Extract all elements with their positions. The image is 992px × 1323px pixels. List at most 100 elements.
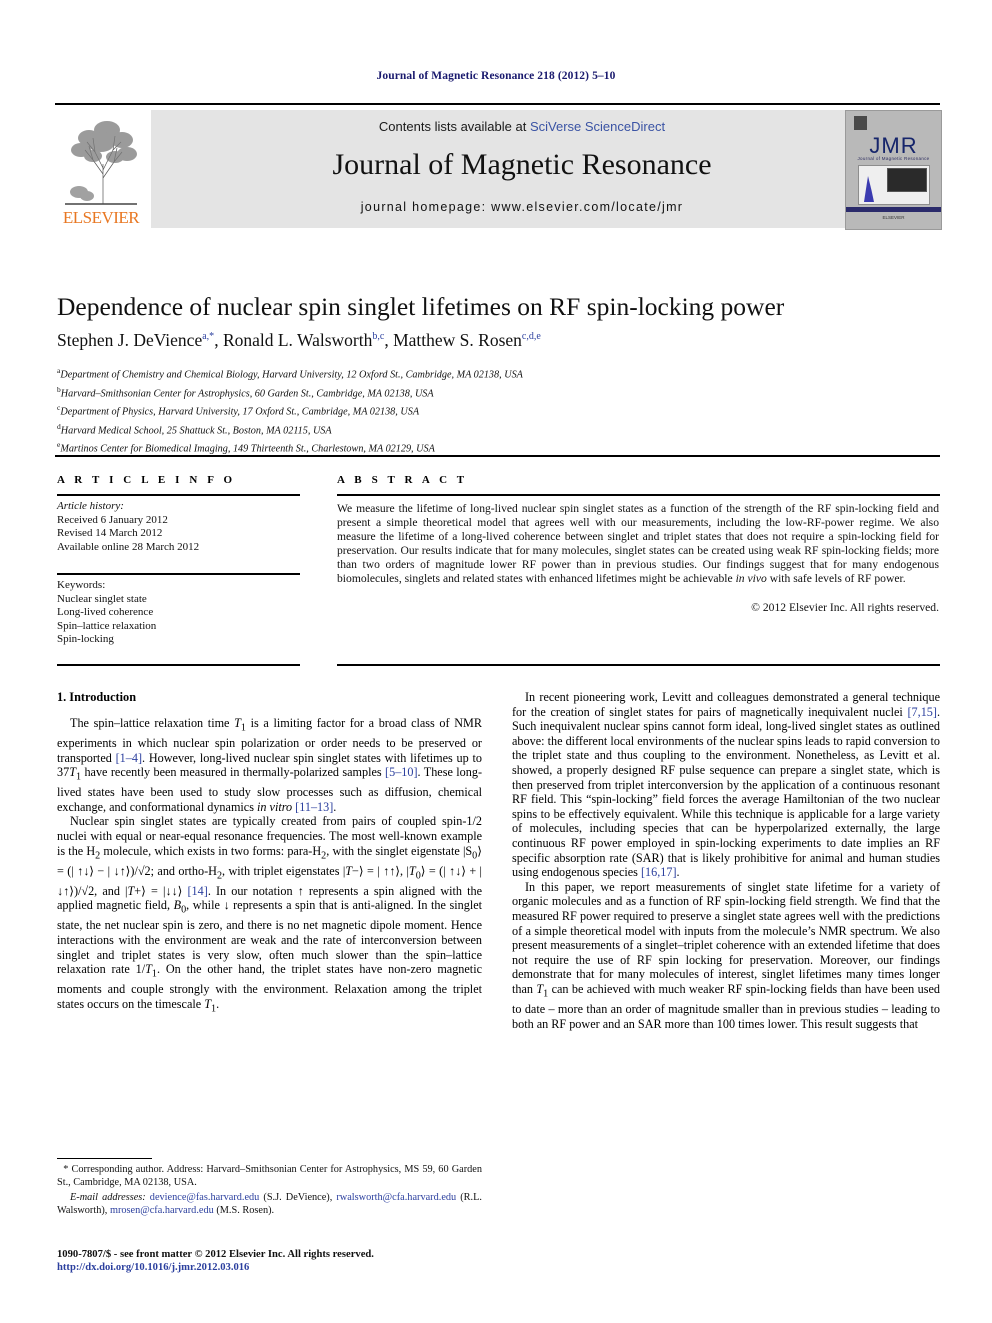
corresponding-author-note: * Corresponding author. Address: Harvard… <box>57 1164 482 1188</box>
abstract-text: We measure the lifetime of long-lived nu… <box>337 502 939 615</box>
math-variable: T <box>408 863 416 878</box>
body-paragraph: In recent pioneering work, Levitt and co… <box>512 690 940 880</box>
corresponding-author-mark: * <box>57 1164 69 1175</box>
body-column-left: 1. Introduction The spin–lattice relaxat… <box>57 690 482 1017</box>
header-rule <box>55 103 940 105</box>
email-addresses-label: E-mail addresses: <box>70 1192 150 1204</box>
journal-masthead: ELSEVIER Contents lists available at Sci… <box>55 110 942 230</box>
math-variable: T <box>145 962 152 977</box>
keyword-item: Long-lived coherence <box>57 606 154 619</box>
doi-link[interactable]: http://dx.doi.org/10.1016/j.jmr.2012.03.… <box>57 1261 557 1274</box>
citation-reference[interactable]: [1–4] <box>116 751 142 765</box>
footnote-rule <box>57 1158 152 1160</box>
imprint-block: 1090-7807/$ - see front matter © 2012 El… <box>57 1248 557 1274</box>
text-run: have recently been measured in thermally… <box>81 765 386 780</box>
cover-spectrum-peak <box>864 176 874 202</box>
abstract-copyright: © 2012 Elsevier Inc. All rights reserved… <box>751 600 939 614</box>
text-run: molecule, which exists in two forms: par… <box>100 843 322 858</box>
body-column-right: In recent pioneering work, Levitt and co… <box>512 690 940 1031</box>
text-run: , with triplet eigenstates | <box>222 863 346 878</box>
affiliation-item: cDepartment of Physics, Harvard Universi… <box>57 403 420 418</box>
running-head: Journal of Magnetic Resonance 218 (2012)… <box>376 70 616 82</box>
body-paragraph: The spin–lattice relaxation time T1 is a… <box>57 716 482 814</box>
right-paragraphs: In recent pioneering work, Levitt and co… <box>512 690 940 1031</box>
text-run: In this paper, we report measurements of… <box>512 879 940 996</box>
article-history-block: Article history: Received 6 January 2012… <box>57 500 307 554</box>
keyword-item: Spin-locking <box>57 633 114 646</box>
cover-band <box>846 207 941 212</box>
sciencedirect-link[interactable]: SciVerse ScienceDirect <box>530 119 665 134</box>
body-paragraph: Nuclear spin singlet states are typicall… <box>57 814 482 1016</box>
abstract-rule <box>337 494 940 496</box>
text-run: The spin–lattice relaxation time <box>70 716 235 730</box>
citation-reference[interactable]: [11–13] <box>295 800 333 814</box>
math-variable: T <box>204 996 211 1011</box>
author-affiliation-mark: b,c <box>372 331 385 343</box>
band-bottom-rule-left <box>57 664 300 666</box>
journal-banner: Contents lists available at SciVerse Sci… <box>151 110 893 228</box>
keywords-rule <box>57 573 300 575</box>
keyword-item: Nuclear singlet state <box>57 592 147 605</box>
journal-cover-thumbnail[interactable]: JMR Journal of Magnetic Resonance ELSEVI… <box>845 110 942 230</box>
citation-reference[interactable]: [5–10] <box>385 765 418 779</box>
affiliation-item: bHarvard–Smithsonian Center for Astrophy… <box>57 384 434 399</box>
article-history-items: Received 6 January 2012 Revised 14 March … <box>57 514 307 555</box>
body-paragraph: In this paper, we report measurements of… <box>512 880 940 1031</box>
citation-reference[interactable]: [16,17] <box>641 865 677 879</box>
text-run: can be achieved with much weaker RF spin… <box>512 981 940 1031</box>
article-history-item: Revised 14 March 2012 <box>57 527 163 540</box>
keywords-label: Keywords: <box>57 579 106 591</box>
article-history-label: Article history: <box>57 500 124 512</box>
text-run: . Such inequivalent nuclear spins cannot… <box>512 704 940 880</box>
cover-mri-inset <box>887 168 927 192</box>
page-title: Dependence of nuclear spin singlet lifet… <box>57 292 785 321</box>
math-variable: T <box>234 716 241 730</box>
affiliation-list: aDepartment of Chemistry and Chemical Bi… <box>57 364 937 457</box>
article-info-heading: A R T I C L E I N F O <box>57 474 236 486</box>
elsevier-tree-icon <box>65 121 137 205</box>
text-run: , with the singlet eigenstate |S <box>326 843 473 858</box>
text-run: . <box>333 799 337 814</box>
paper-page: Journal of Magnetic Resonance 218 (2012)… <box>0 0 992 1323</box>
imprint-line: 1090-7807/$ - see front matter © 2012 El… <box>57 1249 374 1260</box>
text-run: In recent pioneering work, Levitt and co… <box>512 690 940 719</box>
left-paragraphs: The spin–lattice relaxation time T1 is a… <box>57 716 482 1017</box>
elsevier-logo[interactable]: ELSEVIER <box>55 110 147 228</box>
abstract-italic-term: in vivo <box>735 572 767 586</box>
email-link[interactable]: rwalsworth@cfa.harvard.edu <box>336 1192 456 1203</box>
author-affiliation-mark: a,* <box>202 331 215 343</box>
cover-elsevier-icon <box>854 116 867 130</box>
text-run: . <box>216 996 220 1011</box>
article-info-rule <box>57 494 300 496</box>
math-variable: in vitro <box>257 799 293 814</box>
contents-lists-prefix: Contents lists available at <box>378 119 530 134</box>
email-link[interactable]: devience@fas.harvard.edu <box>150 1192 260 1203</box>
citation-reference[interactable]: [14] <box>188 884 208 898</box>
abstract-body: We measure the lifetime of long-lived nu… <box>337 502 939 586</box>
citation-reference[interactable]: [7,15] <box>908 705 937 719</box>
article-history-item: Available online 28 March 2012 <box>57 540 200 553</box>
cover-subtitle: Journal of Magnetic Resonance <box>857 156 930 161</box>
article-history-item: Received 6 January 2012 <box>57 513 168 526</box>
text-run: . <box>676 865 680 880</box>
footnote-block: * Corresponding author. Address: Harvard… <box>57 1164 482 1217</box>
author-name: Ronald L. Walsworth <box>222 330 373 350</box>
contents-lists-line: Contents lists available at SciVerse Sci… <box>151 119 893 134</box>
abstract-heading: A B S T R A C T <box>337 474 468 486</box>
author-list: Stephen J. DeViencea,*, Ronald L. Walswo… <box>57 330 541 350</box>
text-run: +⟩ = |↓↓⟩ <box>134 883 188 898</box>
cover-plot-image <box>858 165 930 205</box>
band-bottom-rule-right <box>337 664 940 666</box>
journal-homepage[interactable]: journal homepage: www.elsevier.com/locat… <box>151 200 893 214</box>
keyword-item: Spin–lattice relaxation <box>57 619 157 632</box>
text-run: −⟩ = | ↑↑⟩, | <box>352 863 409 878</box>
email-owner: (S.J. DeVience), <box>259 1192 337 1204</box>
affiliation-item: aDepartment of Chemistry and Chemical Bi… <box>57 366 523 381</box>
keywords-items: Nuclear singlet state Long-lived coherenc… <box>57 593 307 647</box>
elsevier-wordmark: ELSEVIER <box>62 208 140 227</box>
section-heading-introduction: 1. Introduction <box>57 690 137 704</box>
math-variable: T <box>69 765 76 780</box>
cover-footer: ELSEVIER <box>882 215 905 220</box>
email-link[interactable]: mrosen@cfa.harvard.edu <box>110 1205 214 1216</box>
email-owner: (M.S. Rosen). <box>213 1204 275 1216</box>
